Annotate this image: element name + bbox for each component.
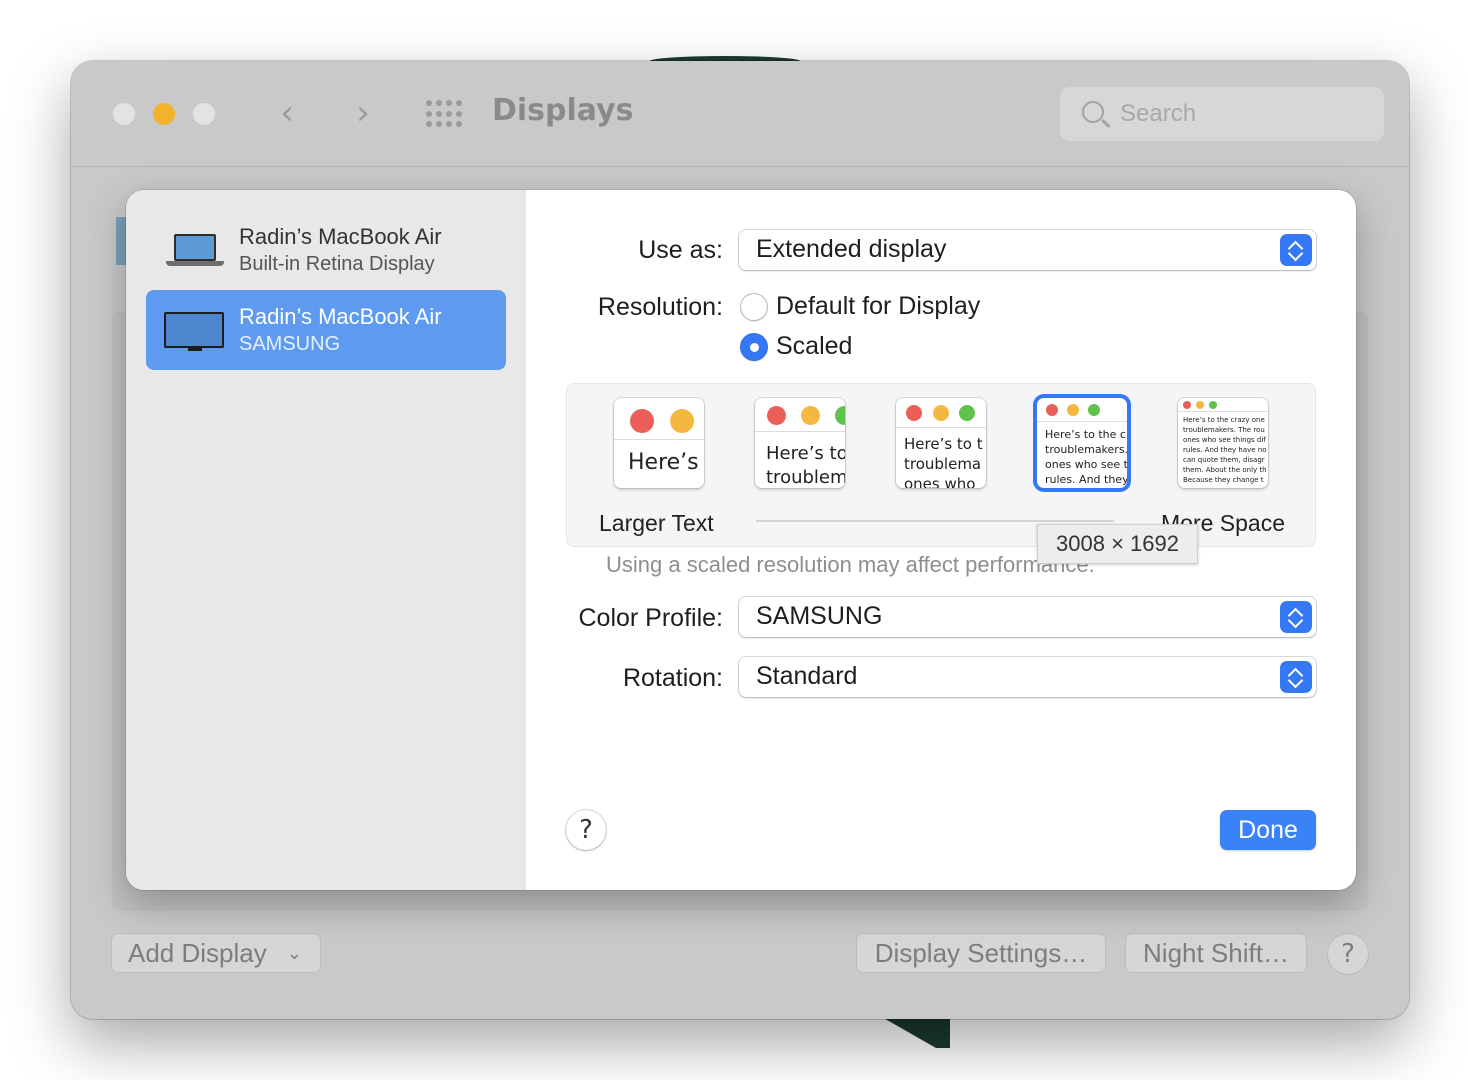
night-shift-button[interactable]: Night Shift… [1125,933,1307,973]
use-as-label: Use as: [638,236,723,264]
display-subtitle: Built-in Retina Display [239,253,435,275]
display-item-builtin[interactable]: Radin’s MacBook Air Built-in Retina Disp… [146,210,506,290]
window-help-button[interactable]: ? [1327,933,1369,975]
forward-chevron-icon[interactable]: › [345,95,381,131]
display-sidebar: Radin’s MacBook Air Built-in Retina Disp… [126,190,526,890]
display-subtitle: SAMSUNG [239,333,341,355]
radio-default-label: Default for Display [776,292,981,320]
radio-scaled[interactable] [740,333,768,361]
popup-arrows-icon [1280,234,1312,266]
popup-arrows-icon [1280,601,1312,633]
rotation-popup[interactable]: Standard [739,657,1316,697]
search-input[interactable] [1120,97,1370,131]
help-button[interactable]: ? [566,810,606,850]
scaled-performance-note: Using a scaled resolution may affect per… [606,552,1095,577]
scale-option-4-selected[interactable]: Here’s to the cr troublemakers. ones who… [1037,398,1127,488]
rotation-value: Standard [756,662,858,690]
scaled-resolution-picker: Here’s Here’s to troublem Here’s to t tr… [566,383,1316,547]
display-name: Radin’s MacBook Air [239,224,442,249]
use-as-popup[interactable]: Extended display [739,230,1316,270]
wallpaper-shape [880,1016,950,1048]
scale-slider-track [756,520,1114,522]
scale-option-3[interactable]: Here’s to t troublema ones who [896,398,986,488]
scale-option-5[interactable]: Here’s to the crazy one troublemakers. T… [1178,398,1268,488]
close-button[interactable] [113,103,135,125]
monitor-icon [164,310,226,351]
add-display-button[interactable]: Add Display ⌄ [111,933,321,973]
radio-scaled-label: Scaled [776,332,853,360]
display-name: Radin’s MacBook Air [239,304,442,329]
color-profile-label: Color Profile: [578,604,724,632]
minimize-button[interactable] [153,103,175,125]
radio-default-for-display[interactable] [740,293,768,321]
zoom-button[interactable] [193,103,215,125]
search-field[interactable] [1060,87,1384,141]
back-chevron-icon[interactable]: ‹ [269,95,305,131]
show-all-grid-icon[interactable] [426,100,462,128]
color-profile-popup[interactable]: SAMSUNG [739,597,1316,637]
window-title: Displays [492,93,634,128]
display-settings-button[interactable]: Display Settings… [856,933,1106,973]
laptop-icon [164,230,226,270]
scale-option-2[interactable]: Here’s to troublem [755,398,845,488]
color-profile-value: SAMSUNG [756,602,883,630]
rotation-label: Rotation: [622,664,723,692]
larger-text-label: Larger Text [599,510,714,536]
add-display-label: Add Display [128,937,267,968]
title-bar: ‹ › Displays [71,61,1409,167]
resolution-label: Resolution: [597,293,723,321]
background-display-thumbnail [116,217,126,265]
use-as-value: Extended display [756,235,947,263]
scale-option-1[interactable]: Here’s [614,398,704,488]
popup-arrows-icon [1280,661,1312,693]
search-icon [1082,101,1104,123]
display-item-samsung[interactable]: Radin’s MacBook Air SAMSUNG [146,290,506,370]
resolution-tooltip: 3008 × 1692 [1037,524,1198,564]
chevron-down-icon: ⌄ [286,942,302,963]
done-button[interactable]: Done [1220,810,1316,850]
